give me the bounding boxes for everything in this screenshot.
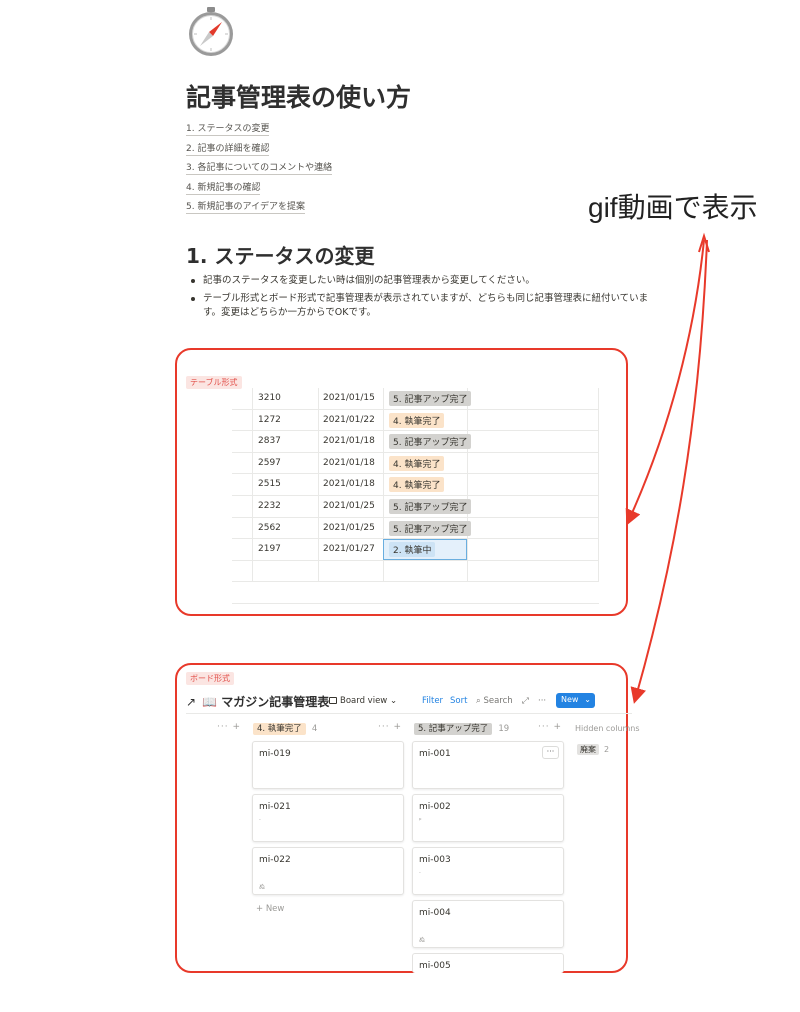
board-card[interactable]: mi-004 ぬ bbox=[412, 900, 564, 948]
board-card[interactable]: mi-005 bbox=[412, 953, 564, 973]
filter-button[interactable]: Filter bbox=[422, 696, 443, 706]
table-bottom-border bbox=[232, 603, 599, 604]
cell-date: 2021/01/18 bbox=[323, 457, 375, 468]
column-tools[interactable]: ··· + bbox=[378, 722, 402, 732]
card-title: mi-021 bbox=[259, 802, 291, 812]
search-icon: ⌕ bbox=[476, 696, 481, 706]
card-title: mi-019 bbox=[259, 749, 291, 759]
cell-id: 2232 bbox=[258, 500, 281, 511]
table-row[interactable]: 2197 2021/01/27 2. 執筆中 bbox=[232, 539, 599, 561]
card-title: mi-003 bbox=[419, 855, 451, 865]
expand-icon[interactable]: ⤢ bbox=[522, 696, 529, 706]
table-row[interactable]: 1272 2021/01/22 4. 執筆完了 bbox=[232, 410, 599, 432]
more-icon[interactable]: ··· bbox=[538, 696, 546, 706]
card-mark: ᵖ bbox=[419, 817, 422, 824]
column-tools[interactable]: ··· + bbox=[538, 722, 562, 732]
cell-id: 2562 bbox=[258, 522, 281, 533]
board-view-label: ボード形式 bbox=[186, 672, 234, 685]
status-tag[interactable]: 5. 記事アップ完了 bbox=[389, 520, 472, 536]
table-row[interactable]: 2837 2021/01/18 5. 記事アップ完了 bbox=[232, 431, 599, 453]
board-card[interactable]: mi-019 bbox=[252, 741, 404, 789]
view-switcher[interactable]: Board view ⌄ bbox=[329, 696, 397, 706]
hidden-column-count: 2 bbox=[604, 745, 610, 754]
board-card[interactable]: mi-003 · bbox=[412, 847, 564, 895]
status-table: 3210 2021/01/15 5. 記事アップ完了 1272 2021/01/… bbox=[232, 388, 599, 583]
cell-date: 2021/01/27 bbox=[323, 544, 375, 555]
cell-date: 2021/01/22 bbox=[323, 414, 375, 425]
book-icon: 📖 bbox=[202, 695, 218, 709]
column-tag: 4. 執筆完了 bbox=[253, 723, 306, 735]
cell-id: 2197 bbox=[258, 544, 281, 555]
card-mark: · bbox=[419, 870, 421, 877]
card-title: mi-005 bbox=[419, 961, 451, 971]
status-tag[interactable]: 5. 記事アップ完了 bbox=[389, 391, 472, 406]
cell-id: 1272 bbox=[258, 414, 281, 425]
open-arrow-icon[interactable]: ↗ bbox=[186, 695, 196, 709]
hidden-column-item[interactable]: 廃案 2 bbox=[577, 744, 609, 755]
card-mark: ぬ bbox=[419, 937, 426, 944]
search-button[interactable]: ⌕ Search bbox=[476, 696, 513, 706]
board-card[interactable]: mi-021 · bbox=[252, 794, 404, 842]
board-card[interactable]: mi-022 ぬ bbox=[252, 847, 404, 895]
hidden-columns-heading: Hidden columns bbox=[575, 724, 640, 733]
column-tag: 5. 記事アップ完了 bbox=[414, 723, 493, 735]
table-row[interactable]: 3210 2021/01/15 5. 記事アップ完了 bbox=[232, 388, 599, 410]
cell-date: 2021/01/18 bbox=[323, 479, 375, 490]
arrow-to-table bbox=[625, 239, 705, 526]
board-card[interactable]: mi-001 ··· bbox=[412, 741, 564, 789]
card-mark: ぬ bbox=[259, 884, 266, 891]
cell-date: 2021/01/15 bbox=[323, 393, 375, 403]
card-title: mi-004 bbox=[419, 908, 451, 918]
chevron-down-icon: ⌄ bbox=[389, 696, 398, 706]
status-tag[interactable]: 2. 執筆中 bbox=[389, 542, 436, 558]
table-row-empty[interactable] bbox=[232, 561, 599, 583]
arrow-to-board bbox=[630, 239, 708, 704]
cell-id: 3210 bbox=[258, 393, 281, 403]
card-title: mi-002 bbox=[419, 802, 451, 812]
sort-button[interactable]: Sort bbox=[450, 696, 467, 706]
toolbar-divider bbox=[186, 713, 632, 714]
database-title[interactable]: ↗ 📖 マガジン記事管理表 bbox=[186, 693, 329, 710]
column-header[interactable]: 4. 執筆完了 4 bbox=[253, 722, 318, 735]
column-tools[interactable]: ··· + bbox=[217, 722, 241, 732]
table-row[interactable]: 2562 2021/01/25 5. 記事アップ完了 bbox=[232, 518, 599, 540]
new-button[interactable]: New ⌄ bbox=[556, 693, 595, 708]
table-row[interactable]: 2515 2021/01/18 4. 執筆完了 bbox=[232, 474, 599, 496]
status-tag[interactable]: 5. 記事アップ完了 bbox=[389, 434, 472, 450]
status-tag[interactable]: 4. 執筆完了 bbox=[389, 412, 445, 428]
table-row[interactable]: 2597 2021/01/18 4. 執筆完了 bbox=[232, 453, 599, 475]
card-title: mi-001 bbox=[419, 749, 451, 759]
add-card-button[interactable]: + New bbox=[256, 904, 284, 914]
column-header[interactable]: 5. 記事アップ完了 19 bbox=[414, 722, 510, 735]
column-count: 19 bbox=[498, 724, 510, 734]
column-count: 4 bbox=[311, 724, 318, 734]
status-tag[interactable]: 5. 記事アップ完了 bbox=[389, 498, 472, 514]
cell-id: 2837 bbox=[258, 436, 281, 447]
card-title: mi-022 bbox=[259, 855, 291, 865]
cell-date: 2021/01/18 bbox=[323, 436, 375, 447]
cell-date: 2021/01/25 bbox=[323, 522, 375, 533]
status-tag[interactable]: 4. 執筆完了 bbox=[389, 455, 445, 471]
hidden-column-tag: 廃案 bbox=[577, 744, 599, 755]
board-card[interactable]: mi-002 ᵖ bbox=[412, 794, 564, 842]
chevron-down-icon[interactable]: ⌄ bbox=[584, 695, 591, 704]
cell-id: 2597 bbox=[258, 457, 281, 468]
board-icon bbox=[329, 697, 337, 704]
card-mark: · bbox=[259, 817, 261, 824]
database-title-text: マガジン記事管理表 bbox=[221, 695, 330, 709]
table-row[interactable]: 2232 2021/01/25 5. 記事アップ完了 bbox=[232, 496, 599, 518]
more-icon[interactable]: ··· bbox=[542, 746, 559, 759]
cell-id: 2515 bbox=[258, 479, 281, 490]
status-tag[interactable]: 4. 執筆完了 bbox=[389, 477, 445, 493]
cell-date: 2021/01/25 bbox=[323, 500, 375, 511]
